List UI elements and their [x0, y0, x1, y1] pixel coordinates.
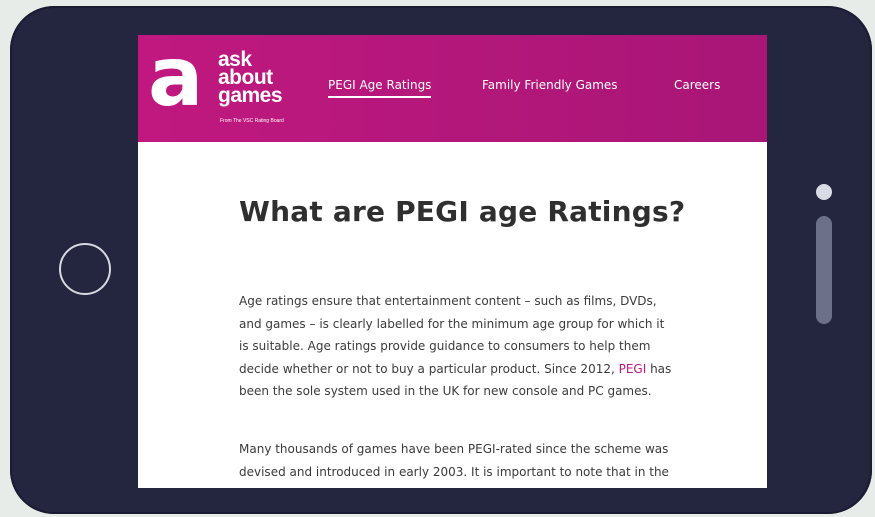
paragraph-line: decide whether or not to buy a particula…	[239, 358, 749, 381]
phone-screen: a ask about games From The VSC Rating Bo…	[138, 35, 767, 488]
article-paragraph-2: Many thousands of games have been PEGI-r…	[239, 438, 749, 483]
paragraph-line: Many thousands of games have been PEGI-r…	[239, 442, 669, 456]
article-content: What are PEGI age Ratings? Age ratings e…	[239, 195, 749, 479]
page-background: a ask about games From The VSC Rating Bo…	[0, 0, 875, 517]
nav-item-family-friendly-games[interactable]: Family Friendly Games	[482, 78, 618, 92]
paragraph-text: has	[646, 361, 672, 376]
logo-tagline: From The VSC Rating Board	[220, 118, 284, 124]
paragraph-line: Age ratings ensure that entertainment co…	[239, 294, 657, 308]
sensor-dot-icon	[816, 184, 832, 200]
nav-item-pegi-age-ratings[interactable]: PEGI Age Ratings	[328, 78, 432, 98]
site-header: a ask about games From The VSC Rating Bo…	[138, 35, 767, 142]
logo-wordmark: ask about games	[218, 49, 283, 107]
paragraph-line: and games – is clearly labelled for the …	[239, 316, 665, 331]
home-button[interactable]	[59, 243, 111, 295]
speaker-slot-icon	[816, 216, 832, 324]
page-title: What are PEGI age Ratings?	[239, 195, 686, 228]
askaboutgames-logo[interactable]: a ask about games From The VSC Rating Bo…	[148, 45, 310, 131]
nav-item-careers[interactable]: Careers	[674, 78, 720, 92]
paragraph-text: decide whether or not to buy a particula…	[239, 361, 619, 376]
logo-letter-a-icon: a	[148, 49, 203, 113]
paragraph-line: devised and introduced in early 2003. It…	[239, 464, 669, 479]
paragraph-line: been the sole system used in the UK for …	[239, 384, 652, 398]
pegi-link[interactable]: PEGI	[619, 362, 647, 376]
logo-letter: a	[148, 49, 203, 113]
article-paragraph-1: Age ratings ensure that entertainment co…	[239, 290, 749, 403]
logo-word-games: games	[218, 84, 283, 107]
paragraph-line: is suitable. Age ratings provide guidanc…	[239, 339, 651, 353]
